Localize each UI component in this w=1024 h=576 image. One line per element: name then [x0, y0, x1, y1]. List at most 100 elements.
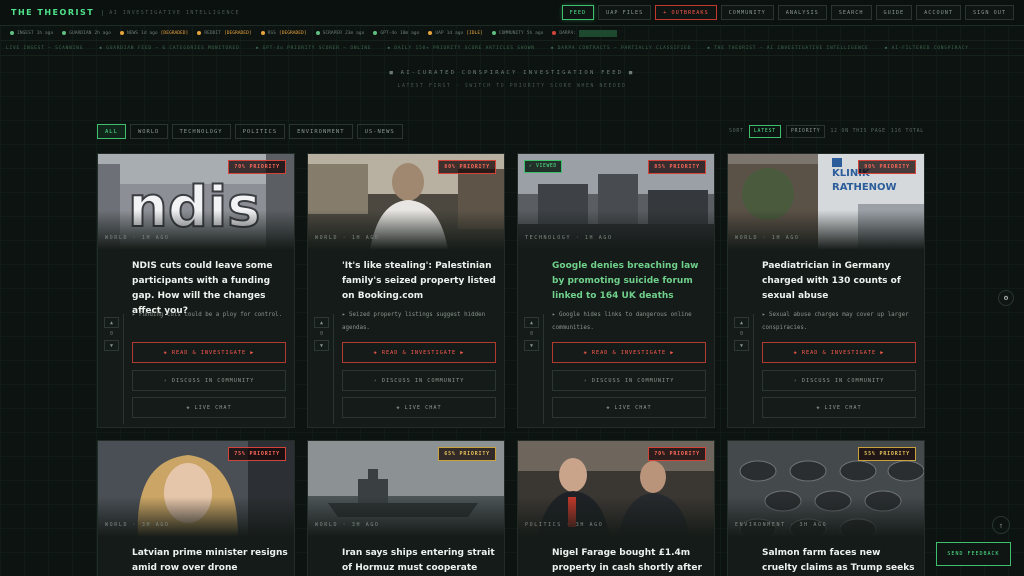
live-chat-button[interactable]: ◈ LIVE CHAT [342, 397, 496, 418]
article-title[interactable]: 'It's like stealing': Palestinian family… [342, 259, 498, 304]
downvote-icon[interactable]: ▼ [314, 340, 329, 351]
brand-logo[interactable]: THE THEORIST [11, 8, 94, 17]
page-count: 12 ON THIS PAGE [830, 129, 886, 134]
status-time: 18m ago [399, 30, 420, 36]
status-dot-icon [552, 31, 557, 35]
nav-outbreaks[interactable]: + OUTBREAKS [655, 5, 717, 20]
status-item: REDDIT [DEGRADED] [197, 30, 252, 36]
ticker-item: ◆ GUARDIAN FEED — 6 CATEGORIES MONITORED [99, 46, 240, 51]
article-title[interactable]: Nigel Farage bought £1.4m property in ca… [552, 546, 708, 576]
sort-priority-button[interactable]: PRIORITY [785, 125, 826, 138]
nav-feed[interactable]: FEED [561, 5, 595, 20]
nav-sign-out[interactable]: SIGN OUT [965, 5, 1014, 20]
status-dot-icon [491, 31, 496, 35]
status-dot-icon [62, 31, 67, 35]
filter-world[interactable]: WORLD [129, 124, 168, 139]
sliders-icon[interactable]: ⚙ [998, 290, 1014, 306]
read-investigate-button[interactable]: ◈ READ & INVESTIGATE ▶ [342, 342, 496, 363]
nav-search[interactable]: SEARCH [830, 5, 872, 20]
filter-environment[interactable]: ENVIRONMENT [289, 124, 353, 139]
vote-count: 0 [529, 331, 533, 337]
read-investigate-button[interactable]: ◈ READ & INVESTIGATE ▶ [762, 342, 916, 363]
live-chat-button[interactable]: ◈ LIVE CHAT [762, 397, 916, 418]
status-dot-icon [428, 31, 433, 35]
filter-us-news[interactable]: US-NEWS [356, 124, 403, 139]
viewed-badge: ✓ VIEWED [524, 160, 562, 173]
nav-analysis[interactable]: ANALYSIS [777, 5, 827, 20]
article-card[interactable]: 65% PRIORITY WORLD · 3H AGO Iran says ship… [307, 440, 505, 576]
nav-account[interactable]: ACCOUNT [916, 5, 961, 20]
article-title[interactable]: Iran says ships entering strait of Hormu… [342, 546, 498, 576]
status-label: REDDIT [204, 30, 221, 36]
read-investigate-button[interactable]: ◈ READ & INVESTIGATE ▶ [552, 342, 706, 363]
article-meta: WORLD · 3H AGO [105, 522, 170, 528]
filter-all[interactable]: ALL [97, 124, 126, 139]
priority-badge: 55% PRIORITY [858, 447, 916, 461]
live-chat-button[interactable]: ◈ LIVE CHAT [552, 397, 706, 418]
nav-guide[interactable]: GUIDE [875, 5, 913, 20]
status-item: DARPA: [552, 29, 617, 37]
article-title[interactable]: Paediatrician in Germany charged with 13… [762, 259, 918, 304]
status-item: RSS [DEGRADED] [260, 31, 307, 36]
status-time: 1d ago [141, 30, 158, 36]
downvote-icon[interactable]: ▼ [524, 340, 539, 351]
filter-politics[interactable]: POLITICS [234, 124, 286, 139]
ticker-item: ◆ DAILY 150+ PRIORITY SCORE ARTICLES SHO… [387, 46, 535, 51]
downvote-icon[interactable]: ▼ [104, 340, 119, 351]
sort-bar: SORT LATEST PRIORITY 12 ON THIS PAGE 116… [729, 125, 924, 138]
article-title[interactable]: Google denies breaching law by promoting… [552, 259, 708, 304]
upvote-icon[interactable]: ▲ [314, 317, 329, 328]
category-filters: ALL WORLD TECHNOLOGY POLITICS ENVIRONMEN… [97, 124, 403, 139]
article-meta: WORLD · 1H AGO [105, 235, 170, 241]
live-chat-button[interactable]: ◈ LIVE CHAT [132, 397, 286, 418]
divider [123, 314, 124, 424]
divider [753, 314, 754, 424]
upvote-icon[interactable]: ▲ [734, 317, 749, 328]
divider [333, 314, 334, 424]
article-card[interactable]: 75% PRIORITY WORLD · 3H AGO Latvian prime … [97, 440, 295, 576]
article-card[interactable]: KLINIK RATHENOW 90% PRIORITY WORLD · 1H AGO… [727, 153, 925, 428]
status-dot-icon [315, 31, 320, 35]
sort-latest-button[interactable]: LATEST [748, 125, 781, 138]
nav-uap-files[interactable]: UAP FILES [598, 5, 652, 20]
article-title[interactable]: Salmon farm faces new cruelty claims as … [762, 546, 918, 576]
priority-badge: 90% PRIORITY [858, 160, 916, 174]
nav-community[interactable]: COMMUNITY [720, 5, 774, 20]
article-card[interactable]: 70% PRIORITY POLITICS · 3H AGO Nigel Farag… [517, 440, 715, 576]
ticker-item: ◆ AI-FILTERED CONSPIRACY [884, 46, 969, 51]
article-title[interactable]: Latvian prime minister resigns amid row … [132, 546, 288, 576]
sort-label: SORT [729, 129, 744, 134]
downvote-icon[interactable]: ▼ [734, 340, 749, 351]
status-time: 2h ago [94, 30, 111, 36]
upvote-icon[interactable]: ▲ [524, 317, 539, 328]
status-item: SCRAPER 23m ago [315, 31, 364, 36]
priority-badge: 85% PRIORITY [648, 160, 706, 174]
upvote-icon[interactable]: ▲ [104, 317, 119, 328]
status-item: COMMUNITY 5h ago [491, 30, 543, 36]
filter-technology[interactable]: TECHNOLOGY [171, 124, 231, 139]
discuss-community-button[interactable]: › DISCUSS IN COMMUNITY [552, 370, 706, 391]
discuss-community-button[interactable]: › DISCUSS IN COMMUNITY [342, 370, 496, 391]
main-nav: FEED UAP FILES + OUTBREAKS COMMUNITY ANA… [561, 5, 1014, 20]
vote-controls: ▲ 0 ▼ [523, 317, 540, 351]
article-meta: TECHNOLOGY · 1H AGO [525, 235, 613, 241]
ticker-item: ◆ THE THEORIST — AI INVESTIGATIVE INTELL… [707, 46, 869, 51]
article-card[interactable]: 55% PRIORITY ENVIRONMENT · 3H AGO Salmon f… [727, 440, 925, 576]
discuss-community-button[interactable]: › DISCUSS IN COMMUNITY [132, 370, 286, 391]
vote-controls: ▲ 0 ▼ [103, 317, 120, 351]
article-summary: ▸ Seized property listings suggest hidde… [342, 312, 486, 331]
article-card[interactable]: 80% PRIORITY WORLD · 1H AGO 'It's like ste… [307, 153, 505, 428]
status-dot-icon [10, 31, 14, 35]
status-label: UAP [435, 30, 444, 36]
send-feedback-button[interactable]: SEND FEEDBACK [936, 542, 1011, 566]
arrow-up-icon[interactable]: ↑ [992, 516, 1010, 534]
read-investigate-button[interactable]: ◈ READ & INVESTIGATE ▶ [132, 342, 286, 363]
status-label: GUARDIAN [69, 30, 92, 36]
status-label: COMMUNITY [498, 30, 524, 36]
article-card[interactable]: ndis 70% PRIORITY WORLD · 1H AGO NDIS cuts … [97, 153, 295, 428]
article-meta: ENVIRONMENT · 3H AGO [735, 522, 828, 528]
tagline: AI INVESTIGATIVE INTELLIGENCE [102, 9, 240, 16]
vote-controls: ▲ 0 ▼ [733, 317, 750, 351]
discuss-community-button[interactable]: › DISCUSS IN COMMUNITY [762, 370, 916, 391]
article-card[interactable]: 85% PRIORITY ✓ VIEWED TECHNOLOGY · 1H AGO G… [517, 153, 715, 428]
